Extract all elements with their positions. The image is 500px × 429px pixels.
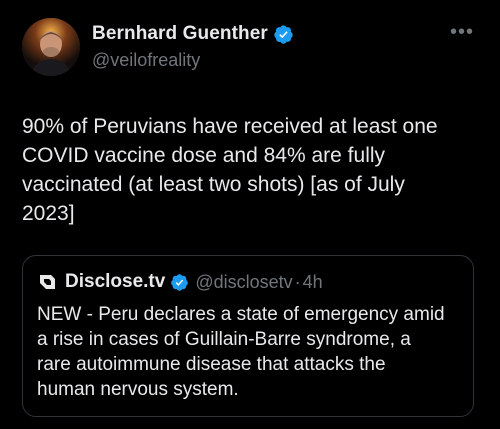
tweet[interactable]: Bernhard Guenther @veilofreality ••• 90%… [0,0,500,429]
quoted-handle[interactable]: @disclosetv [195,272,292,293]
author-avatar[interactable] [22,18,80,76]
quoted-display-name[interactable]: Disclose.tv [65,271,165,293]
tweet-header: Bernhard Guenther @veilofreality [92,20,294,71]
author-display-name[interactable]: Bernhard Guenther [92,23,268,45]
quoted-verified-badge-icon [170,273,189,292]
more-options-icon[interactable]: ••• [450,22,474,42]
author-name-row: Bernhard Guenther [92,20,294,48]
disclose-logo-icon[interactable] [37,272,57,292]
quoted-tweet-header: Disclose.tv @disclosetv · 4h [37,269,323,295]
avatar-image [22,18,80,76]
quoted-tweet[interactable]: Disclose.tv @disclosetv · 4h NEW - Peru … [22,255,474,417]
verified-badge-icon [273,24,294,45]
quoted-tweet-text: NEW - Peru declares a state of emergency… [37,304,445,400]
author-handle[interactable]: @veilofreality [92,50,294,71]
tweet-text: 90% of Peruvians have received at least … [22,115,438,225]
quoted-separator: · [294,271,301,292]
quoted-timestamp[interactable]: 4h [303,272,323,293]
